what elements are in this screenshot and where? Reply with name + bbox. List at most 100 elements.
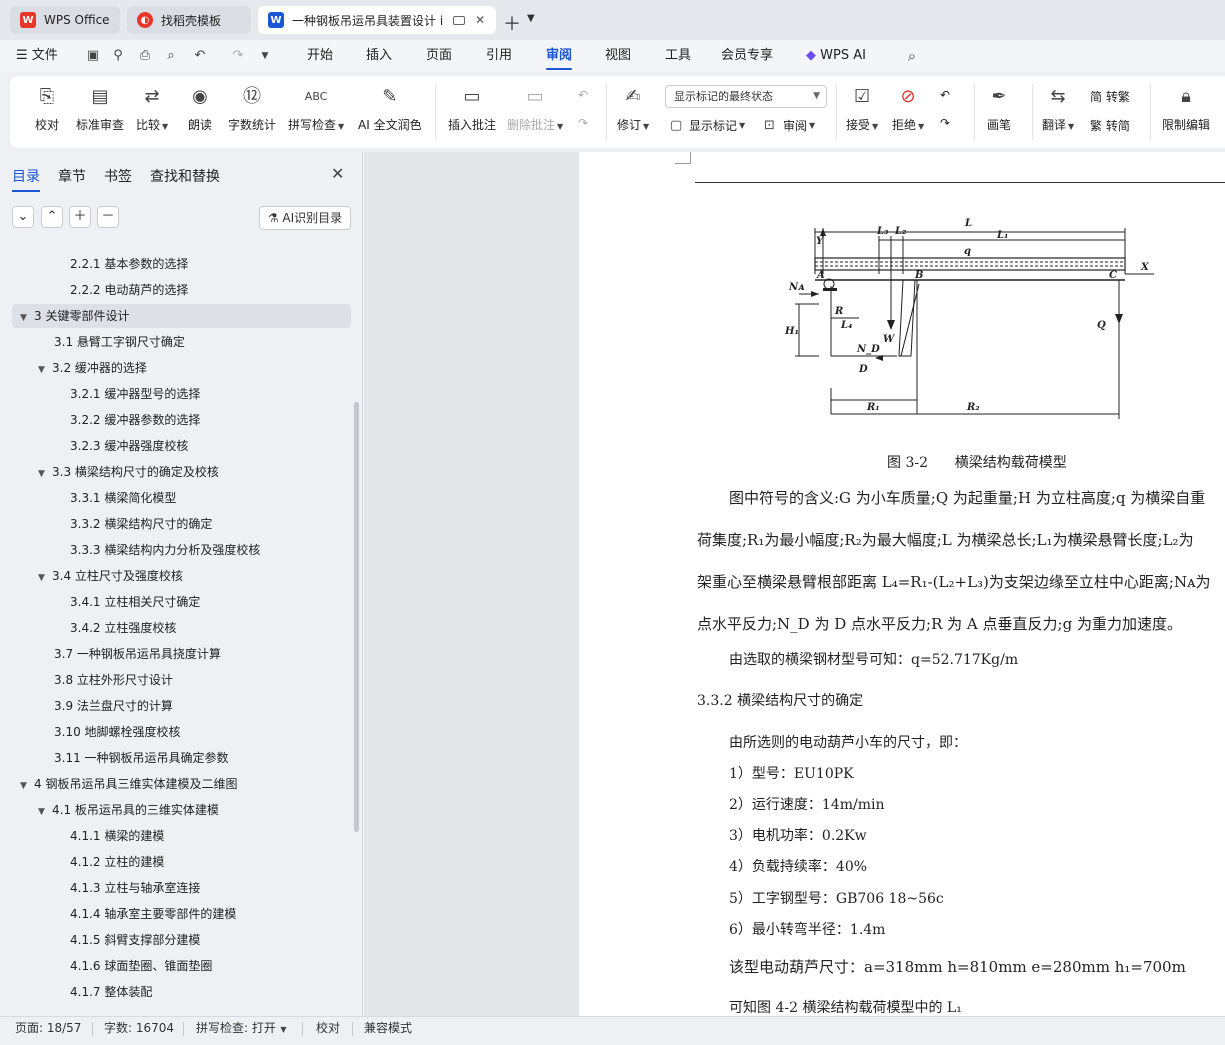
toc-item[interactable]: 2.2.2 电动葫芦的选择	[70, 278, 188, 302]
undo-icon[interactable]: ↶	[192, 48, 208, 64]
reject-button[interactable]: ⊘ 拒绝 ▼	[892, 84, 924, 133]
toc-item[interactable]: 4.1.7 整体装配	[70, 980, 152, 1004]
ai-polish-button[interactable]: ✎ AI 全文润色	[358, 84, 422, 133]
collapse-up-button[interactable]: ⌃	[41, 206, 63, 228]
tab-document[interactable]: W 一种钢板吊运吊具装置设计 i ✕	[258, 6, 496, 34]
menu-wps-ai[interactable]: ◆ WPS AI	[806, 40, 866, 72]
toc-item[interactable]: 4.1.2 立柱的建模	[70, 850, 164, 874]
menu-start[interactable]: 开始	[307, 40, 333, 72]
delete-comment-button[interactable]: ▭ 删除批注 ▼	[507, 84, 563, 133]
save-icon[interactable]: ▣	[85, 48, 101, 64]
to-traditional-button[interactable]: 简 转繁	[1090, 88, 1130, 105]
expand-triangle-icon[interactable]: ▼	[20, 774, 34, 798]
toc-item[interactable]: 3.11 一种钢板吊运吊具确定参数	[54, 746, 229, 770]
share-icon[interactable]: ⚲	[110, 48, 126, 64]
print-preview-icon[interactable]: ⌕	[163, 48, 179, 64]
search-icon[interactable]: ⌕	[904, 48, 920, 64]
nav-tab-bookmarks[interactable]: 书签	[104, 166, 132, 186]
review-pane-button[interactable]: ⊡ 审阅 ▼	[764, 117, 815, 134]
nav-tab-chapters[interactable]: 章节	[58, 166, 86, 186]
restrict-edit-button[interactable]: 🔒︎ 限制编辑	[1162, 84, 1210, 133]
toc-item[interactable]: 3.2.2 缓冲器参数的选择	[70, 408, 200, 432]
toc-scrollbar[interactable]	[354, 402, 359, 832]
next-comment-icon[interactable]: ↷	[578, 116, 588, 130]
toc-item[interactable]: 2.2.1 基本参数的选择	[70, 252, 188, 276]
compare-button[interactable]: ⇄ 比较 ▼	[136, 84, 168, 133]
toc-item[interactable]: 4.1.5 斜臂支撑部分建模	[70, 928, 200, 952]
tab-wps-office[interactable]: W WPS Office	[10, 6, 120, 34]
spell-check-status[interactable]: 拼写检查: 打开 ▼	[196, 1017, 287, 1045]
menu-review[interactable]: 审阅	[546, 40, 573, 72]
menu-references[interactable]: 引用	[486, 40, 512, 72]
menu-tools[interactable]: 工具	[665, 40, 691, 72]
toc-item[interactable]: 4.1.4 轴承室主要零部件的建模	[70, 902, 236, 926]
toc-item[interactable]: 3.3.3 横梁结构内力分析及强度校核	[70, 538, 260, 562]
toc-item[interactable]: 3.10 地脚螺栓强度校核	[54, 720, 181, 744]
tab-docer[interactable]: ◐ 找稻壳模板	[127, 6, 251, 34]
proofread-button[interactable]: ⎘ 校对	[34, 84, 60, 133]
standard-review-button[interactable]: ▤ 标准审查	[76, 84, 124, 133]
insert-comment-button[interactable]: ▭ 插入批注	[448, 84, 496, 133]
toc-item[interactable]: 3.2.1 缓冲器型号的选择	[70, 382, 200, 406]
nav-tab-find-replace[interactable]: 查找和替换	[150, 166, 220, 186]
print-icon[interactable]: ⎙	[137, 48, 153, 64]
redo-icon[interactable]: ↷	[230, 48, 246, 64]
expand-triangle-icon[interactable]: ▼	[38, 462, 52, 486]
chevron-down-icon[interactable]: ▼	[257, 48, 273, 64]
accept-button[interactable]: ☑ 接受 ▼	[846, 84, 878, 133]
menu-member[interactable]: 会员专享	[721, 40, 773, 72]
expand-triangle-icon[interactable]: ▼	[38, 800, 52, 824]
proofread-status[interactable]: 校对	[316, 1017, 340, 1045]
word-count-indicator[interactable]: 字数: 16704	[104, 1017, 174, 1045]
display-mode-select[interactable]: 显示标记的最终状态 ▼	[665, 85, 827, 108]
previous-comment-icon[interactable]: ↶	[578, 88, 588, 102]
to-simplified-button[interactable]: 繁 转简	[1090, 117, 1130, 134]
menu-page[interactable]: 页面	[426, 40, 452, 72]
toc-item[interactable]: 3.7 一种钢板吊运吊具挠度计算	[54, 642, 221, 666]
toc-item[interactable]: ▼ 4 钢板吊运吊具三维实体建模及二维图	[20, 772, 237, 796]
collapse-down-button[interactable]: ⌄	[12, 206, 34, 228]
remove-heading-button[interactable]: －	[97, 206, 119, 228]
chevron-down-icon: ▼	[813, 91, 820, 101]
toc-item[interactable]: 3.8 立柱外形尺寸设计	[54, 668, 173, 692]
toc-item[interactable]: 3.3.2 横梁结构尺寸的确定	[70, 512, 212, 536]
toc-item[interactable]: ▼ 4.1 板吊运吊具的三维实体建模	[38, 798, 219, 822]
toc-item[interactable]: 4.1.6 球面垫圈、锥面垫圈	[70, 954, 212, 978]
add-heading-button[interactable]: ＋	[69, 206, 91, 228]
spell-check-button[interactable]: ABC 拼写检查 ▼	[288, 84, 344, 133]
close-icon[interactable]: ✕	[475, 13, 485, 27]
expand-triangle-icon[interactable]: ▼	[38, 358, 52, 382]
toc-item[interactable]: 3.1 悬臂工字钢尺寸确定	[54, 330, 185, 354]
toc-item[interactable]: 4.1.1 横梁的建模	[70, 824, 164, 848]
toc-item[interactable]: 3.9 法兰盘尺寸的计算	[54, 694, 173, 718]
section-heading: 3.3.2 横梁结构尺寸的确定	[697, 693, 864, 709]
toc-item[interactable]: 3.4.1 立柱相关尺寸确定	[70, 590, 200, 614]
new-tab-icon[interactable]: ＋	[503, 10, 521, 36]
toc-item[interactable]: ▼ 3 关键零部件设计	[12, 304, 351, 328]
nav-tab-toc[interactable]: 目录	[12, 166, 40, 192]
show-markup-button[interactable]: ▢ 显示标记 ▼	[670, 117, 745, 134]
toc-item[interactable]: 3.2.3 缓冲器强度校核	[70, 434, 188, 458]
word-count-button[interactable]: ⑫ 字数统计	[228, 84, 276, 133]
toc-item[interactable]: ▼ 3.4 立柱尺寸及强度校核	[38, 564, 183, 588]
toc-item[interactable]: 3.4.2 立柱强度校核	[70, 616, 176, 640]
menu-insert[interactable]: 插入	[366, 40, 392, 72]
ai-toc-button[interactable]: ⚗ AI识别目录	[259, 206, 351, 230]
file-menu[interactable]: ☰ 文件	[16, 40, 58, 72]
chevron-down-icon[interactable]: ▼	[527, 13, 535, 24]
toc-item[interactable]: ▼ 3.2 缓冲器的选择	[38, 356, 147, 380]
expand-triangle-icon[interactable]: ▼	[38, 566, 52, 590]
toc-item[interactable]: 3.3.1 横梁简化模型	[70, 486, 176, 510]
page-indicator[interactable]: 页面: 18/57	[15, 1017, 81, 1045]
translate-button[interactable]: ⇆ 翻译 ▼	[1042, 84, 1074, 133]
pen-button[interactable]: ✒ 画笔	[986, 84, 1012, 133]
next-change-icon[interactable]: ↷	[940, 116, 950, 130]
expand-triangle-icon[interactable]: ▼	[20, 306, 34, 330]
toc-item[interactable]: ▼ 3.3 横梁结构尺寸的确定及校核	[38, 460, 219, 484]
previous-change-icon[interactable]: ↶	[940, 88, 950, 102]
read-aloud-button[interactable]: ◉ 朗读	[187, 84, 213, 133]
toc-item[interactable]: 4.1.3 立柱与轴承室连接	[70, 876, 200, 900]
track-changes-button[interactable]: ✍ 修订 ▼	[617, 84, 649, 133]
close-icon[interactable]: ✕	[331, 164, 344, 183]
menu-view[interactable]: 视图	[605, 40, 631, 72]
